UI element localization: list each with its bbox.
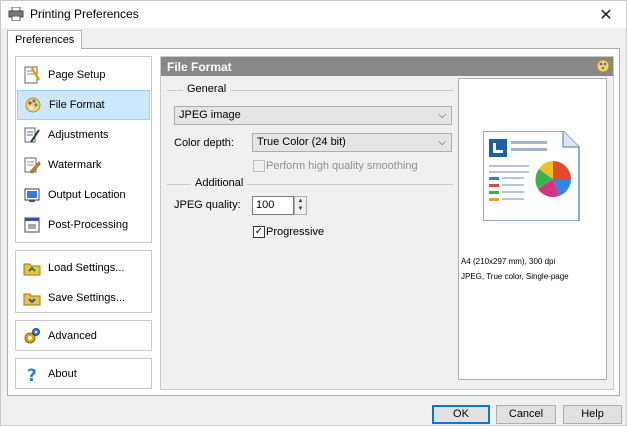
nav-group-about: ? About (15, 358, 152, 389)
page-setup-icon (24, 66, 41, 84)
color-depth-label: Color depth: (174, 137, 234, 149)
cancel-button[interactable]: Cancel (496, 405, 556, 424)
progressive-label: Progressive (266, 226, 325, 238)
nav-item-advanced[interactable]: Advanced (17, 321, 150, 351)
preview-page-info: A4 (210x297 mm), 300 dpi (461, 257, 556, 266)
printer-icon (8, 7, 24, 21)
adjustments-icon (24, 127, 40, 143)
title-bar: Printing Preferences ✕ (1, 1, 626, 28)
panel-body: General JPEG image ⌵ Color depth: True C… (161, 76, 613, 389)
ok-button[interactable]: OK (432, 405, 490, 424)
smoothing-checkbox[interactable] (253, 160, 265, 172)
file-format-icon (25, 97, 41, 113)
file-format-panel: File Format General JPEG image ⌵ Color d… (160, 56, 614, 390)
smoothing-label: Perform high quality smoothing (266, 160, 418, 172)
nav-item-label: Output Location (48, 189, 126, 201)
advanced-gear-icon (24, 328, 40, 344)
watermark-icon (24, 157, 41, 174)
nav-item-label: Save Settings... (48, 292, 126, 304)
close-icon: ✕ (599, 6, 613, 24)
file-format-icon (596, 59, 610, 73)
chevron-down-icon: ⌵ (438, 137, 446, 148)
nav-item-page-setup[interactable]: Page Setup (17, 60, 150, 90)
checkmark-icon: ✓ (254, 226, 264, 237)
printing-preferences-window: Printing Preferences ✕ Preferences Page … (0, 0, 627, 426)
nav-group-advanced: Advanced (15, 320, 152, 351)
jpeg-quality-label: JPEG quality: (174, 199, 241, 211)
color-depth-select[interactable]: True Color (24 bit) ⌵ (252, 133, 452, 152)
nav-item-post-processing[interactable]: Post-Processing (17, 210, 150, 240)
spin-down-icon[interactable]: ▼ (295, 205, 306, 213)
chevron-down-icon: ⌵ (438, 110, 446, 121)
load-settings-icon (23, 263, 41, 276)
nav-item-load-settings[interactable]: Load Settings... (17, 253, 150, 283)
nav-item-label: Page Setup (48, 69, 106, 81)
nav-item-save-settings[interactable]: Save Settings... (17, 283, 150, 313)
nav-item-adjustments[interactable]: Adjustments (17, 120, 150, 150)
nav-item-label: Advanced (48, 330, 97, 342)
nav-item-label: About (48, 368, 77, 380)
nav-item-watermark[interactable]: Watermark (17, 150, 150, 180)
question-icon: ? (27, 366, 37, 383)
document-preview-icon (483, 131, 580, 221)
nav-item-label: Load Settings... (48, 262, 125, 274)
preview-format-info: JPEG, True color, Single-page (461, 272, 569, 281)
jpeg-quality-stepper[interactable]: ▲ ▼ (294, 196, 307, 215)
file-format-select[interactable]: JPEG image ⌵ (174, 106, 452, 125)
progressive-checkbox[interactable]: ✓ (253, 226, 265, 238)
panel-title: File Format (167, 60, 232, 74)
spin-up-icon[interactable]: ▲ (295, 197, 306, 205)
preview-pane: A4 (210x297 mm), 300 dpi JPEG, True colo… (458, 78, 607, 380)
nav-item-label: Watermark (48, 159, 102, 171)
nav-group-settings: Load Settings... Save Settings... (15, 250, 152, 313)
post-processing-icon (24, 217, 40, 233)
nav-item-about[interactable]: ? About (17, 359, 150, 389)
window-title: Printing Preferences (30, 7, 139, 21)
general-section-label: General (183, 83, 231, 95)
color-depth-value: True Color (24 bit) (257, 136, 346, 148)
additional-section-label: Additional (191, 177, 248, 189)
nav-item-label: File Format (49, 99, 105, 111)
preferences-content: Page Setup File Format Adjustments Water… (7, 48, 620, 396)
panel-header: File Format (161, 57, 613, 76)
jpeg-quality-input[interactable]: 100 (252, 196, 294, 215)
save-settings-icon (23, 293, 41, 306)
nav-item-label: Post-Processing (48, 219, 129, 231)
nav-group-main: Page Setup File Format Adjustments Water… (15, 56, 152, 243)
nav-item-output-location[interactable]: Output Location (17, 180, 150, 210)
close-button[interactable]: ✕ (586, 1, 626, 28)
file-format-value: JPEG image (179, 109, 241, 121)
nav-item-file-format[interactable]: File Format (17, 90, 150, 120)
help-button[interactable]: Help (563, 405, 622, 424)
output-location-icon (24, 188, 40, 202)
svg-text:?: ? (27, 366, 37, 383)
nav-item-label: Adjustments (48, 129, 109, 141)
tab-preferences[interactable]: Preferences (7, 30, 83, 49)
